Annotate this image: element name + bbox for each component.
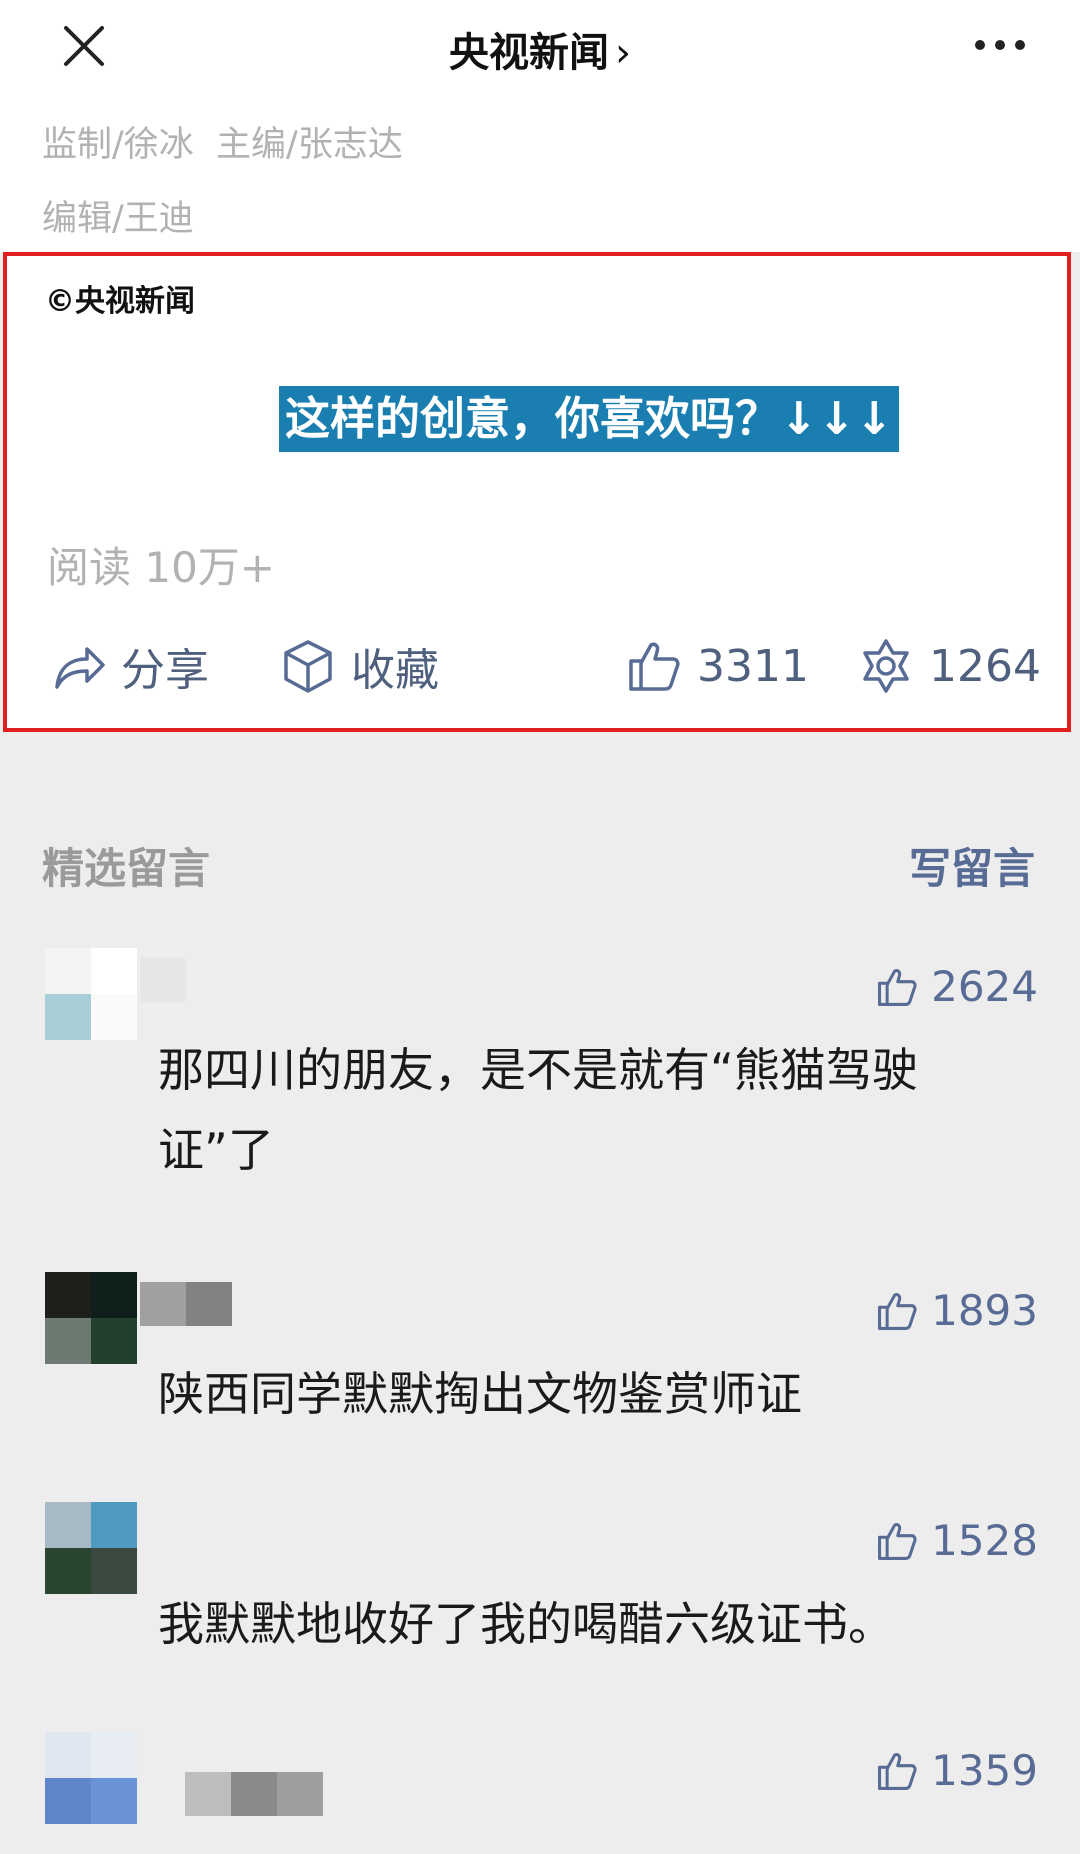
account-title-link[interactable]: 央视新闻 › (0, 20, 1080, 78)
write-comment-button[interactable]: 写留言 (909, 835, 1035, 896)
comment-like-button[interactable]: 1893 (875, 1286, 1038, 1335)
avatar[interactable] (45, 1272, 137, 1364)
comment-text: 陕西同学默默掏出文物鉴赏师证 (158, 1367, 802, 1421)
article-action-bar: 分享 收藏 3311 1264 (7, 626, 1067, 706)
wow-button[interactable]: 1264 (857, 626, 1041, 706)
account-name: 央视新闻 (449, 30, 609, 76)
comment-like-count: 1359 (931, 1746, 1038, 1795)
wow-count: 1264 (929, 640, 1041, 692)
thumbs-up-icon (878, 1522, 917, 1560)
like-count: 3311 (697, 640, 809, 692)
credits-editor: 编辑/王迪 (42, 199, 194, 239)
like-button[interactable]: 3311 (625, 626, 809, 706)
read-count: 阅读 10万+ (47, 543, 275, 592)
chevron-right-icon: › (615, 30, 631, 76)
copyright-label: ©央视新闻 (45, 284, 195, 319)
thumbs-up-icon (878, 1752, 917, 1790)
username-blurred[interactable] (140, 1282, 232, 1326)
comment-like-count: 1528 (931, 1516, 1038, 1565)
more-icon[interactable] (970, 30, 1030, 60)
thumbs-up-icon (878, 1292, 917, 1330)
thumbs-up-icon (878, 968, 917, 1006)
credits-supervisor-editor: 监制/徐冰 主编/张志达 (42, 125, 403, 165)
top-bar: 央视新闻 › (0, 0, 1080, 101)
comment-like-button[interactable]: 1528 (875, 1516, 1038, 1565)
username-blurred[interactable] (185, 1772, 323, 1816)
username-blurred[interactable] (140, 958, 186, 1002)
comment-text: 那四川的朋友，是不是就有“熊猫驾驶证”了 (158, 1043, 918, 1177)
star-hexagram-icon (863, 639, 909, 693)
comments-header: 精选留言 写留言 (0, 835, 1080, 895)
highlighted-region: ©央视新闻 这样的创意，你喜欢吗？↓↓↓ 阅读 10万+ 分享 收藏 3311 (3, 252, 1071, 732)
selected-comments-title: 精选留言 (42, 844, 211, 893)
share-label: 分享 (121, 645, 209, 696)
collect-button[interactable]: 收藏 (279, 626, 439, 706)
comment-like-button[interactable]: 2624 (875, 962, 1038, 1011)
comment-text: 我默默地收好了我的喝醋六级证书。 (158, 1597, 894, 1651)
promo-banner: 这样的创意，你喜欢吗？↓↓↓ (279, 386, 900, 452)
share-icon (55, 647, 105, 689)
avatar[interactable] (45, 1502, 137, 1594)
comment-like-count: 1893 (931, 1286, 1038, 1335)
comment-like-button[interactable]: 1359 (875, 1746, 1038, 1795)
share-button[interactable]: 分享 (49, 626, 209, 706)
collect-label: 收藏 (351, 645, 439, 696)
comment-like-count: 2624 (931, 962, 1038, 1011)
cube-icon (284, 640, 332, 693)
avatar[interactable] (45, 1732, 137, 1824)
article-credits: 监制/徐冰 主编/张志达 编辑/王迪 (0, 100, 1080, 252)
thumbs-up-icon (629, 642, 680, 691)
avatar[interactable] (45, 948, 137, 1040)
